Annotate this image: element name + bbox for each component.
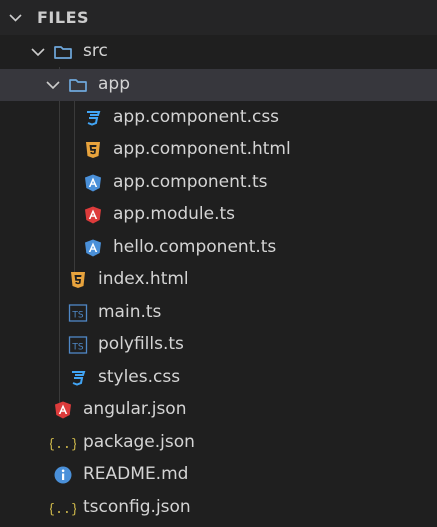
tree-item-label: app.module.ts — [113, 204, 236, 224]
tree-item-label: app.component.ts — [113, 172, 268, 192]
angular-icon — [83, 205, 103, 225]
tree-item-tsconfig-json[interactable]: {..} tsconfig.json — [0, 492, 437, 524]
svg-text:TS: TS — [71, 343, 83, 353]
json-icon: {..} — [50, 498, 76, 518]
tree-item-app-component-css[interactable]: app.component.css — [0, 102, 437, 134]
tree-item-label: app — [98, 74, 130, 94]
tree-item-app-module-ts[interactable]: app.module.ts — [0, 199, 437, 231]
folder-icon — [68, 75, 88, 95]
angular-component-icon — [83, 173, 103, 193]
tree-item-app-component-ts[interactable]: app.component.ts — [0, 167, 437, 199]
tree-item-label: main.ts — [98, 302, 162, 322]
tree-item-label: src — [83, 41, 108, 61]
svg-text:TS: TS — [71, 311, 83, 321]
tree-item-main-ts[interactable]: TS main.ts — [0, 297, 437, 329]
chevron-down-icon[interactable] — [44, 76, 62, 94]
svg-text:{..}: {..} — [50, 502, 76, 517]
tree-item-angular-json[interactable]: angular.json — [0, 394, 437, 426]
svg-text:{..}: {..} — [50, 437, 76, 452]
file-explorer-panel: FILES src app app.component.css app.comp… — [0, 0, 437, 527]
tree-item-label: hello.component.ts — [113, 237, 277, 257]
css-icon — [83, 108, 103, 128]
folder-icon — [53, 42, 73, 62]
angular-component-icon — [83, 238, 103, 258]
html5-icon — [83, 140, 103, 160]
tree-item-polyfills-ts[interactable]: TS polyfills.ts — [0, 329, 437, 361]
chevron-down-icon[interactable] — [29, 43, 47, 61]
tree-item-index-html[interactable]: index.html — [0, 264, 437, 296]
explorer-title: FILES — [37, 8, 90, 27]
tree-item-label: README.md — [83, 464, 189, 484]
file-tree: src app app.component.css app.component.… — [0, 35, 437, 527]
html5-icon — [68, 270, 88, 290]
tree-item-label: tsconfig.json — [83, 497, 191, 517]
typescript-icon: TS — [68, 335, 88, 355]
tree-item-app-component-html[interactable]: app.component.html — [0, 134, 437, 166]
chevron-down-icon[interactable] — [7, 9, 24, 26]
angular-icon — [53, 400, 73, 420]
tree-item-label: styles.css — [98, 367, 181, 387]
tree-item-hello-component-ts[interactable]: hello.component.ts — [0, 232, 437, 264]
tree-item-label: app.component.css — [113, 107, 280, 127]
tree-item-styles-css[interactable]: styles.css — [0, 362, 437, 394]
tree-item-label: index.html — [98, 269, 189, 289]
tree-item-readme-md[interactable]: README.md — [0, 459, 437, 491]
info-icon — [53, 465, 73, 485]
json-icon: {..} — [50, 433, 76, 453]
tree-item-app[interactable]: app — [0, 69, 437, 101]
typescript-icon: TS — [68, 303, 88, 323]
css-icon — [68, 368, 88, 388]
tree-item-label: package.json — [83, 432, 195, 452]
tree-item-label: angular.json — [83, 399, 187, 419]
tree-item-package-json[interactable]: {..} package.json — [0, 427, 437, 459]
tree-item-src[interactable]: src — [0, 36, 437, 68]
tree-item-label: polyfills.ts — [98, 334, 184, 354]
explorer-header[interactable]: FILES — [0, 0, 437, 35]
tree-item-label: app.component.html — [113, 139, 291, 159]
